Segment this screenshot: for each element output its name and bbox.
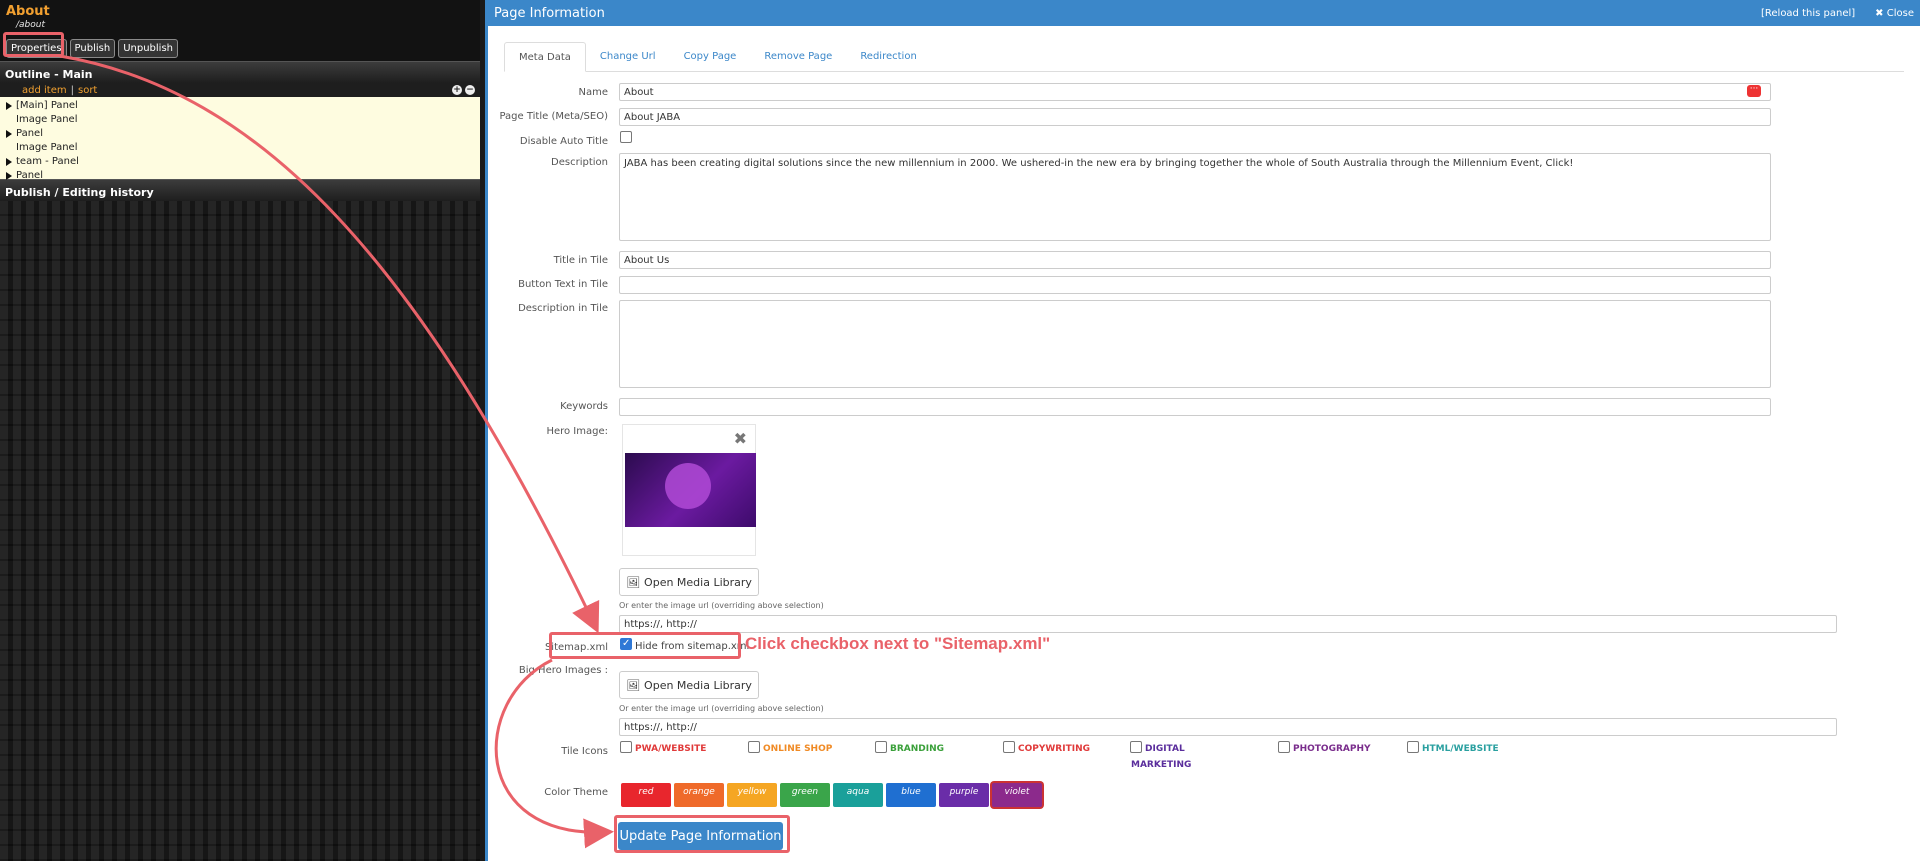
outline-item[interactable]: Image Panel	[6, 113, 474, 127]
color-theme-aqua[interactable]: aqua	[833, 783, 883, 807]
image-url-hint-2: Or enter the image url (overriding above…	[619, 704, 824, 713]
page-title-input[interactable]	[619, 108, 1771, 126]
tile-icon-label: ONLINE SHOP	[763, 744, 833, 754]
outline-title: Outline - Main	[0, 61, 480, 83]
reload-panel-link[interactable]: [Reload this panel]	[1761, 8, 1855, 19]
image-icon: 🖼	[626, 678, 641, 692]
hero-image-label: Hero Image:	[546, 426, 608, 437]
color-theme-purple[interactable]: purple	[939, 783, 989, 807]
disable-auto-title-label: Disable Auto Title	[519, 136, 608, 147]
hero-image	[625, 453, 756, 527]
outline-item[interactable]: team - Panel	[6, 155, 474, 169]
title-in-tile-input[interactable]	[619, 251, 1771, 269]
unpublish-button[interactable]: Unpublish	[118, 39, 178, 58]
close-button[interactable]: ✖ Close	[1875, 8, 1914, 19]
tab-change-url[interactable]: Change Url	[586, 42, 670, 71]
button-text-label: Button Text in Tile	[518, 279, 608, 290]
panel-title: Page Information	[494, 5, 605, 21]
description-textarea[interactable]: JABA has been creating digital solutions…	[619, 153, 1771, 241]
image-url-hint: Or enter the image url (overriding above…	[619, 601, 824, 610]
panel-header: Page Information [Reload this panel] ✖ C…	[488, 0, 1920, 26]
annotation-text: Click checkbox next to "Sitemap.xml"	[745, 634, 1051, 653]
tile-icon-label: HTML/WEBSITE	[1422, 744, 1499, 754]
sitemap-highlight	[549, 632, 741, 659]
panel-divider[interactable]	[480, 0, 488, 861]
keywords-input[interactable]	[619, 398, 1771, 416]
expand-triangle-icon[interactable]	[6, 130, 12, 138]
publish-button[interactable]: Publish	[69, 39, 116, 58]
outline-item[interactable]: Image Panel	[6, 141, 474, 155]
tab-remove-page[interactable]: Remove Page	[750, 42, 846, 71]
collapse-all-icon[interactable]: −	[465, 85, 475, 95]
outline-tree: [Main] Panel Image Panel Panel Image Pan…	[0, 97, 480, 181]
color-theme-blue[interactable]: blue	[886, 783, 936, 807]
tile-icons-label: Tile Icons	[561, 746, 608, 757]
keywords-label: Keywords	[560, 401, 608, 412]
expand-triangle-icon[interactable]	[6, 172, 12, 180]
tile-icon-checkbox[interactable]	[1003, 741, 1015, 753]
tab-meta-data[interactable]: Meta Data	[504, 42, 586, 72]
expand-triangle-icon[interactable]	[6, 158, 12, 166]
title-in-tile-label: Title in Tile	[553, 255, 608, 266]
tile-icon-label: BRANDING	[890, 744, 945, 754]
tile-icon-label: DIGITAL	[1145, 744, 1185, 754]
tile-icon-checkbox[interactable]	[620, 741, 632, 753]
expand-all-icon[interactable]: +	[452, 85, 462, 95]
hero-image-preview: ✖	[622, 424, 756, 556]
outline-actions: add item | sort + −	[0, 83, 480, 97]
tile-icon-checkbox[interactable]	[748, 741, 760, 753]
page-title-label: Page Title (Meta/SEO)	[499, 111, 608, 122]
tile-icon-label: COPYWRITING	[1018, 744, 1090, 754]
color-theme-yellow[interactable]: yellow	[727, 783, 777, 807]
update-highlight	[614, 815, 790, 853]
tab-copy-page[interactable]: Copy Page	[670, 42, 751, 71]
add-item-link[interactable]: add item	[22, 85, 67, 96]
color-theme-green[interactable]: green	[780, 783, 830, 807]
open-media-library-button-2[interactable]: 🖼 Open Media Library	[619, 671, 759, 699]
properties-highlight	[3, 32, 64, 57]
page-name: About	[6, 4, 50, 19]
remove-image-icon[interactable]: ✖	[734, 429, 747, 448]
name-input[interactable]	[619, 83, 1771, 101]
color-theme-orange[interactable]: orange	[674, 783, 724, 807]
tile-icon-checkbox[interactable]	[1407, 741, 1419, 753]
close-icon: ✖	[1875, 7, 1884, 19]
outline-item[interactable]: [Main] Panel	[6, 99, 474, 113]
disable-auto-title-checkbox[interactable]	[620, 131, 632, 143]
outline-item[interactable]: Panel	[6, 127, 474, 141]
separator: |	[70, 84, 74, 96]
desc-in-tile-label: Description in Tile	[518, 303, 608, 314]
color-theme-label: Color Theme	[544, 787, 608, 798]
more-options-icon[interactable]: ···	[1747, 85, 1761, 97]
expand-triangle-icon[interactable]	[6, 102, 12, 110]
description-label: Description	[551, 157, 608, 168]
tile-icon-checkbox[interactable]	[875, 741, 887, 753]
tile-icon-label: MARKETING	[1131, 760, 1192, 770]
big-hero-label: Big Hero Images :	[518, 665, 608, 676]
tile-icon-label: PHOTOGRAPHY	[1293, 744, 1371, 754]
button-text-input[interactable]	[619, 276, 1771, 294]
color-theme-violet[interactable]: violet	[992, 783, 1042, 807]
tab-redirection[interactable]: Redirection	[846, 42, 930, 71]
name-label: Name	[578, 87, 608, 98]
color-theme-red[interactable]: red	[621, 783, 671, 807]
history-title[interactable]: Publish / Editing history	[0, 179, 480, 201]
page-information-panel: Page Information [Reload this panel] ✖ C…	[488, 0, 1920, 861]
image-icon: 🖼	[626, 575, 641, 589]
desc-in-tile-textarea[interactable]	[619, 300, 1771, 388]
page-path: /about	[16, 20, 45, 30]
sort-link[interactable]: sort	[78, 85, 97, 96]
tab-bar: Meta Data Change Url Copy Page Remove Pa…	[504, 42, 1904, 72]
tile-icon-checkbox[interactable]	[1278, 741, 1290, 753]
big-hero-url-input[interactable]	[619, 718, 1837, 736]
page-header: About /about Properties Publish Unpublis…	[0, 0, 480, 61]
left-panel: About /about Properties Publish Unpublis…	[0, 0, 480, 861]
tile-icon-checkbox[interactable]	[1130, 741, 1142, 753]
tile-icon-label: PWA/WEBSITE	[635, 744, 707, 754]
open-media-library-button[interactable]: 🖼 Open Media Library	[619, 568, 759, 596]
hero-image-url-input[interactable]	[619, 615, 1837, 633]
